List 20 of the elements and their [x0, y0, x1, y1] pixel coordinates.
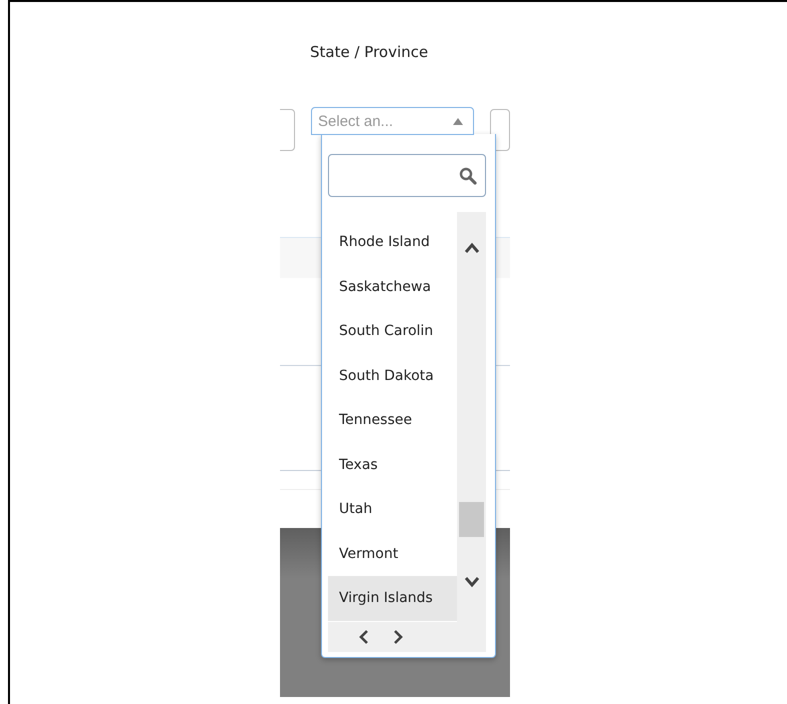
dropdown-option[interactable]: South Carolin [328, 309, 457, 354]
scroll-up-icon[interactable] [464, 242, 480, 254]
dropdown-option[interactable]: Vermont [328, 532, 457, 576]
dropdown-option[interactable]: Saskatchewa [328, 264, 457, 309]
scroll-down-icon[interactable] [464, 576, 480, 588]
scrollbar[interactable] [457, 212, 486, 622]
dropdown-option[interactable]: Texas [328, 442, 457, 487]
dropdown-option[interactable]: South Dakota [328, 354, 457, 398]
search-field[interactable] [328, 154, 486, 197]
scrollbar-thumb[interactable] [459, 502, 484, 537]
select-placeholder: Select an... [318, 112, 394, 130]
search-icon [459, 166, 477, 184]
dropdown-option[interactable]: Utah [328, 487, 457, 532]
dropdown-option[interactable]: Rhode Island [328, 220, 457, 264]
dropdown-option[interactable]: Virgin Islands [328, 576, 457, 620]
dropdown-option[interactable]: Tennessee [328, 398, 457, 442]
previous-icon[interactable] [358, 629, 370, 645]
caret-icon [452, 117, 463, 125]
next-icon[interactable] [392, 629, 404, 645]
field-label: State / Province [309, 42, 430, 63]
